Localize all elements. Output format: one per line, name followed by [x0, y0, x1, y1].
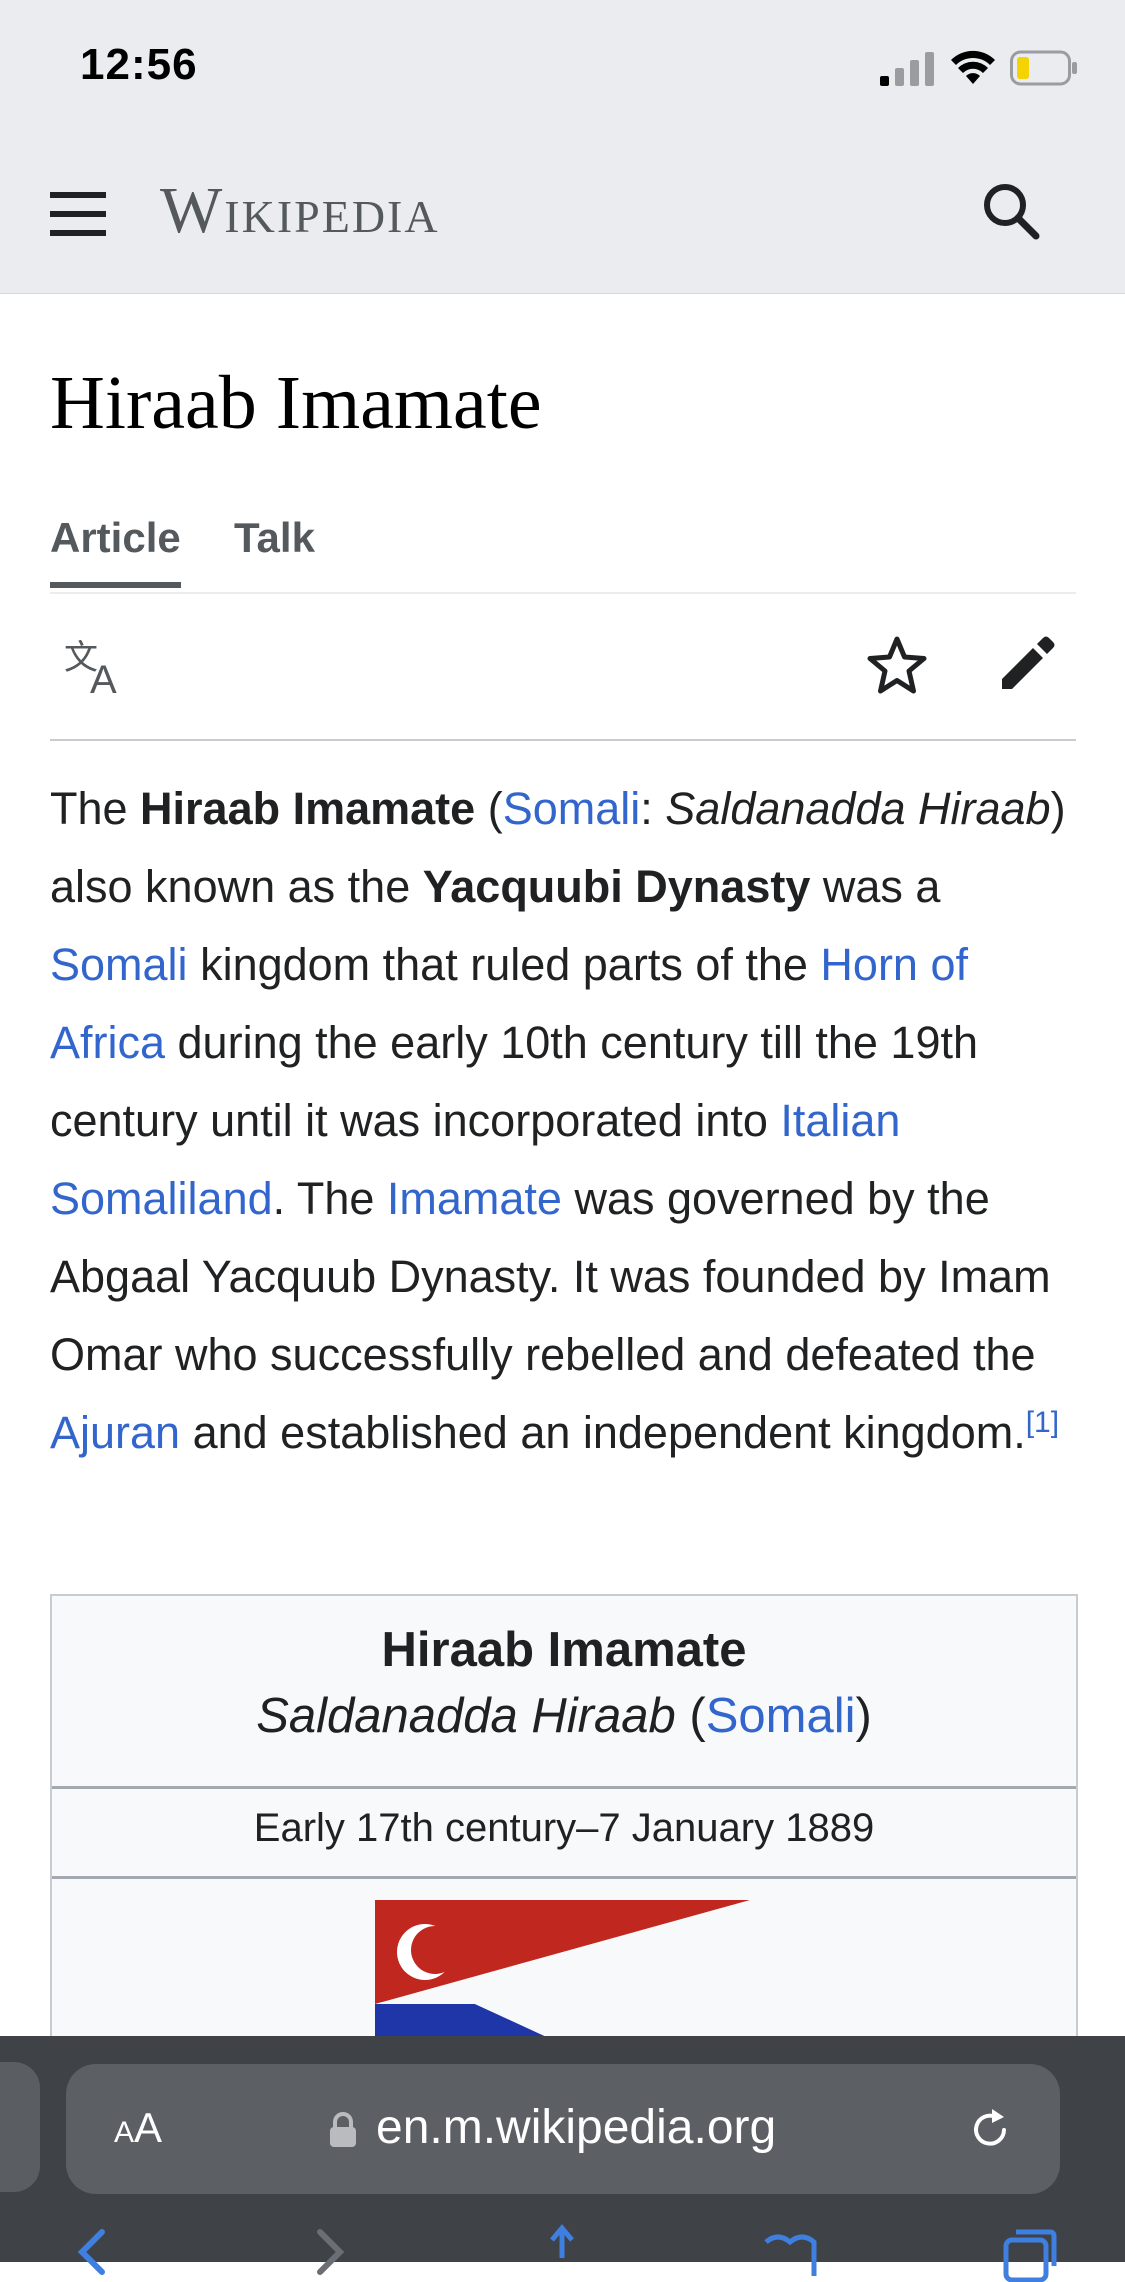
italic-native-name: Saldanadda Hiraab: [665, 783, 1051, 834]
wikipedia-wordmark[interactable]: Wikipedia: [160, 173, 440, 249]
url-text[interactable]: en.m.wikipedia.org: [376, 2100, 776, 2155]
language-icon[interactable]: 文 A: [64, 635, 128, 699]
wifi-icon: [951, 50, 995, 84]
infobox: Hiraab Imamate Saldanadda Hiraab (Somali…: [50, 1594, 1078, 2038]
text-run: was a: [810, 861, 941, 912]
text-run: :: [640, 783, 666, 834]
status-bar: 12:56: [0, 0, 1125, 133]
link-imamate[interactable]: Imamate: [387, 1173, 562, 1224]
link-somali-infobox[interactable]: Somali: [706, 1689, 856, 1743]
page-actions: 文 A: [50, 595, 1076, 741]
forward-arrow-icon[interactable]: [300, 2222, 360, 2282]
infobox-dates: Early 17th century–7 January 1889: [253, 1806, 875, 1850]
divider: [52, 1876, 1076, 1879]
address-bar[interactable]: AA en.m.wikipedia.org: [66, 2064, 1060, 2194]
link-somali[interactable]: Somali: [50, 939, 188, 990]
divider: [52, 1786, 1076, 1789]
text-run: ): [855, 1689, 872, 1743]
previous-tab-pill[interactable]: [0, 2062, 40, 2192]
reader-text-size-button[interactable]: AA: [114, 2104, 162, 2152]
link-somali-language[interactable]: Somali: [503, 783, 641, 834]
watch-star-icon[interactable]: [866, 635, 928, 697]
reload-icon[interactable]: [966, 2106, 1014, 2154]
share-icon[interactable]: [532, 2222, 592, 2282]
status-time: 12:56: [80, 40, 198, 89]
aa-big: A: [134, 2104, 163, 2151]
tab-talk[interactable]: Talk: [234, 514, 315, 562]
site-header: Wikipedia: [0, 133, 1125, 294]
text-run: kingdom that ruled parts of the: [187, 939, 821, 990]
text-run: and established an independent kingdom.: [180, 1407, 1026, 1458]
reference-link[interactable]: [1]: [1026, 1406, 1059, 1439]
infobox-title: Hiraab Imamate: [381, 1623, 747, 1677]
svg-text:A: A: [90, 658, 117, 699]
aa-small: A: [114, 2116, 135, 2149]
tabs-icon[interactable]: [1000, 2222, 1060, 2282]
hamburger-menu-icon[interactable]: [50, 192, 106, 236]
bookmarks-icon[interactable]: [760, 2222, 820, 2282]
edit-pencil-icon[interactable]: [998, 635, 1056, 693]
infobox-native-name: Saldanadda Hiraab (Somali): [52, 1688, 1076, 1744]
flag-image[interactable]: [375, 1900, 755, 2038]
lock-icon: [330, 2112, 356, 2147]
link-ajuran[interactable]: Ajuran: [50, 1407, 180, 1458]
tab-article[interactable]: Article: [50, 514, 181, 588]
text-run: (: [475, 783, 503, 834]
lead-paragraph: The Hiraab Imamate (Somali: Saldanadda H…: [50, 770, 1080, 1472]
text-run: . The: [272, 1173, 387, 1224]
back-arrow-icon[interactable]: [62, 2222, 122, 2282]
browser-bottom-bar: AA en.m.wikipedia.org: [0, 2036, 1125, 2282]
cellular-signal-icon: [880, 52, 934, 86]
bold-term: Yacquubi Dynasty: [422, 861, 811, 912]
page-title: Hiraab Imamate: [50, 361, 542, 445]
text-run: (: [675, 1689, 706, 1743]
page-tabs: Article Talk: [50, 510, 1076, 594]
bold-term: Hiraab Imamate: [140, 783, 476, 834]
native-name-text: Saldanadda Hiraab: [256, 1689, 676, 1743]
battery-icon: [1010, 50, 1077, 86]
search-icon[interactable]: [980, 180, 1040, 240]
text-run: The: [50, 783, 141, 834]
